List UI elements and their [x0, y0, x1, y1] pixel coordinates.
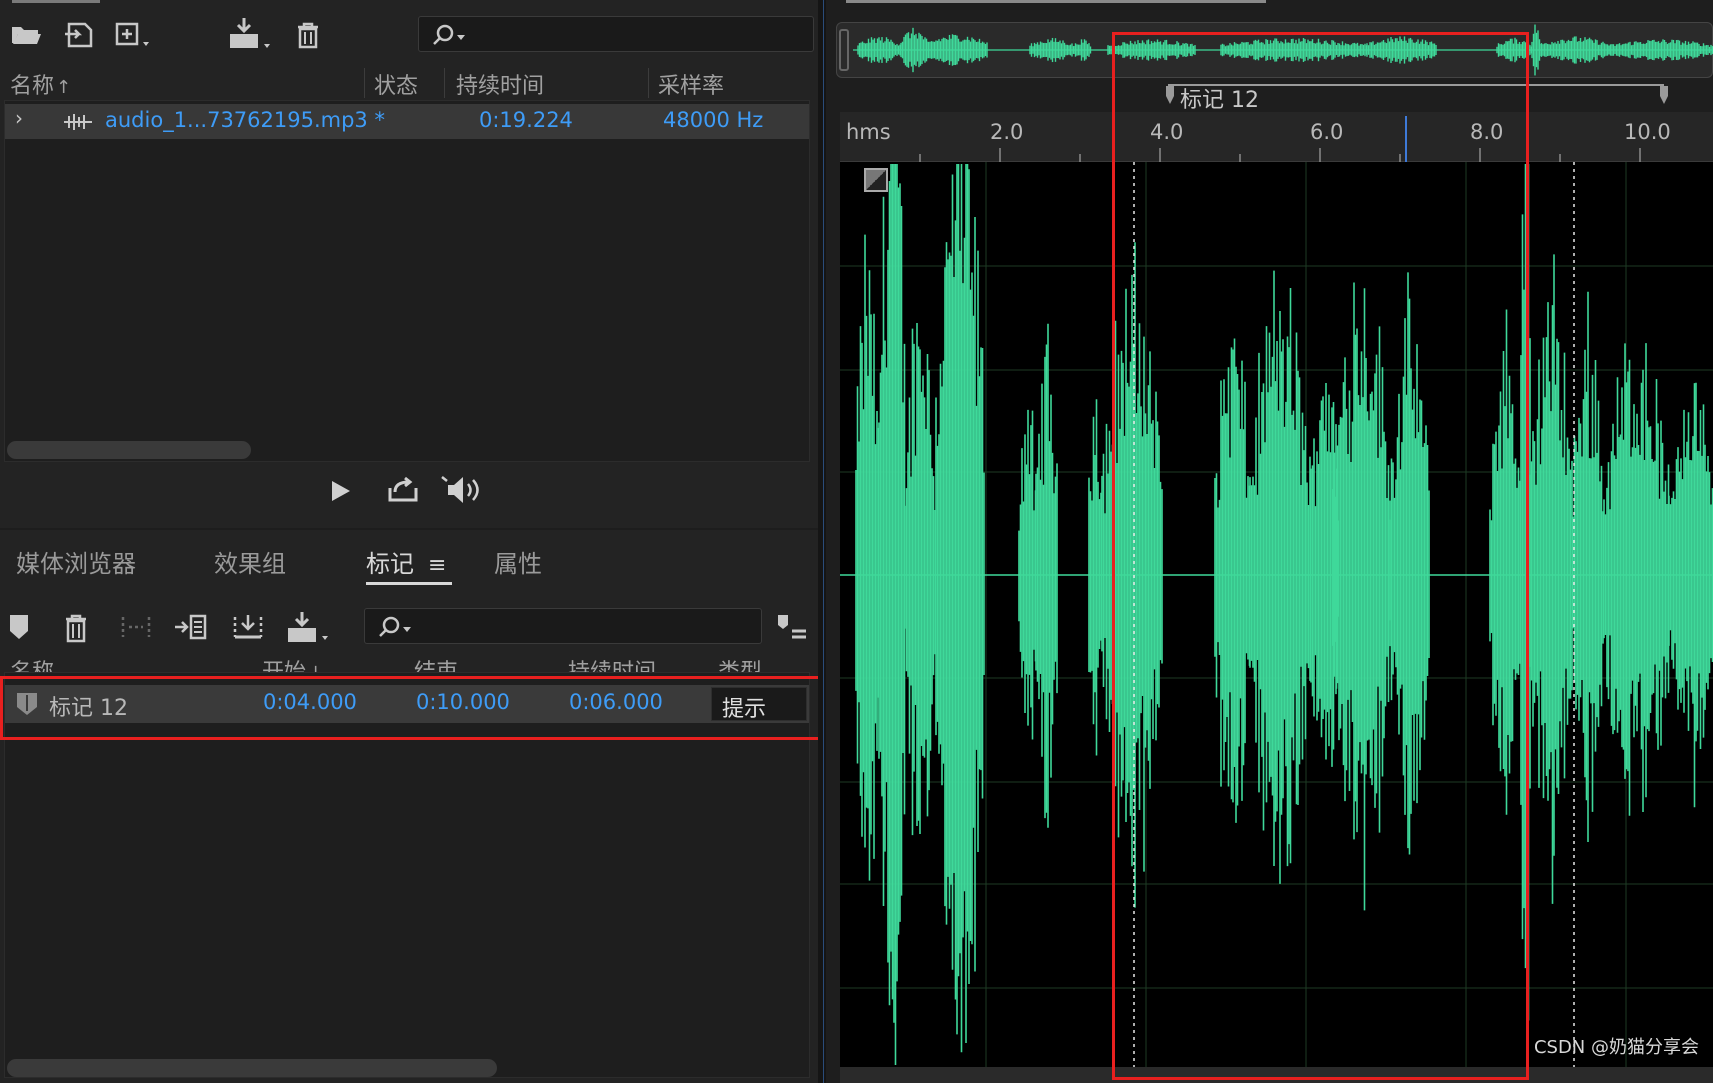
new-file-dropdown-icon[interactable] [114, 20, 154, 50]
export-selection-icon[interactable] [230, 612, 266, 642]
highlight-box-selection [1112, 32, 1529, 1080]
open-folder-icon[interactable] [8, 18, 44, 50]
import-file-icon[interactable] [62, 18, 98, 52]
overview-handle-left[interactable] [839, 29, 849, 71]
col-header-name[interactable]: 名称 ↑ [10, 68, 71, 100]
tab-markers-label: 标记 [366, 550, 414, 578]
col-header-duration[interactable]: 持续时间 [456, 68, 544, 100]
panel-menu-icon[interactable]: ≡ [428, 553, 446, 578]
insert-into-multitrack-icon[interactable] [228, 16, 272, 52]
audition-window: 名称 ↑ 状态 持续时间 采样率 › audio_1...73762195.mp3… [0, 0, 1713, 1083]
panel-divider[interactable] [818, 0, 826, 1083]
marker-list-scrollbar[interactable] [7, 1059, 497, 1077]
add-marker-icon[interactable] [8, 612, 30, 642]
play-icon[interactable] [326, 476, 356, 506]
batch-insert-icon[interactable] [286, 610, 330, 644]
audio-waveform-icon [64, 114, 92, 130]
loop-export-icon[interactable] [386, 474, 420, 506]
watermark: CSDN @奶猫分享会 [1533, 1037, 1699, 1058]
marker-search-input[interactable] [364, 608, 762, 644]
left-pane: 名称 ↑ 状态 持续时间 采样率 › audio_1...73762195.mp3… [0, 0, 826, 1083]
search-icon [433, 24, 465, 45]
trash-icon[interactable] [294, 20, 322, 50]
tab-markers[interactable]: 标记 ≡ [366, 544, 446, 579]
col-header-name-label: 名称 [10, 74, 55, 99]
file-duration: 0:19.224 [479, 108, 573, 132]
insert-into-playlist-icon[interactable] [172, 612, 208, 642]
waveform-editor: 标记 12 hms 2.0 4.0 6.0 8.0 10.0 CSDN @奶猫分… [826, 0, 1713, 1083]
panel-tab-indicator [12, 0, 100, 3]
column-separator[interactable] [444, 68, 445, 98]
filter-list-icon[interactable] [774, 612, 810, 642]
search-icon [379, 616, 411, 637]
active-tab-underline [366, 582, 452, 585]
expand-chevron-icon[interactable]: › [15, 106, 23, 130]
file-name: audio_1...73762195.mp3 * [105, 108, 385, 132]
files-panel: 名称 ↑ 状态 持续时间 采样率 › audio_1...73762195.mp3… [0, 0, 818, 528]
column-separator[interactable] [364, 68, 365, 98]
delete-marker-icon[interactable] [62, 612, 90, 644]
envelope-toggle-icon[interactable] [864, 168, 888, 192]
col-header-sample-rate[interactable]: 采样率 [658, 68, 724, 100]
col-header-status[interactable]: 状态 [374, 68, 418, 100]
tab-media-browser[interactable]: 媒体浏览器 [16, 544, 136, 579]
merge-markers-icon[interactable] [118, 612, 154, 642]
file-row[interactable]: › audio_1...73762195.mp3 * 0:19.224 4800… [5, 104, 809, 139]
panel-divider-line [823, 0, 824, 1083]
highlight-box-marker-row [0, 676, 826, 740]
sort-up-icon: ↑ [56, 77, 72, 98]
files-search-input[interactable] [418, 16, 814, 52]
markers-panel: 媒体浏览器 效果组 标记 ≡ 属性 标记 12 0:04.000 0:10.00… [0, 530, 818, 1083]
file-sample-rate: 48000 Hz [663, 108, 764, 132]
file-list-scrollbar[interactable] [7, 441, 251, 459]
column-separator[interactable] [648, 68, 649, 98]
marker-end-handle-icon[interactable] [1658, 84, 1670, 108]
file-list: › audio_1...73762195.mp3 * 0:19.224 4800… [4, 100, 810, 462]
tab-properties[interactable]: 属性 [494, 544, 542, 579]
speaker-icon[interactable] [440, 472, 484, 508]
tab-effects-rack[interactable]: 效果组 [214, 544, 286, 579]
zoom-navigator-bar[interactable] [846, 0, 1266, 3]
